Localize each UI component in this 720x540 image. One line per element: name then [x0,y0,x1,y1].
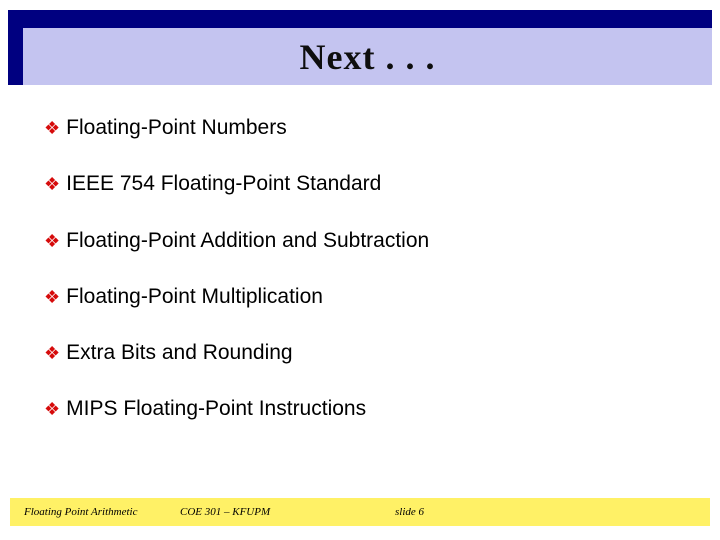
footer-bar: Floating Point Arithmetic COE 301 – KFUP… [10,498,710,526]
list-item: ❖ Extra Bits and Rounding [44,340,674,366]
bullet-text: Floating-Point Addition and Subtraction [66,228,429,254]
diamond-bullet-icon: ❖ [44,400,60,418]
diamond-bullet-icon: ❖ [44,232,60,250]
list-item: ❖ Floating-Point Numbers [44,115,674,141]
title-band: Next . . . [8,10,712,85]
bullet-text: Floating-Point Multiplication [66,284,323,310]
slide-title: Next . . . [300,36,436,78]
bullet-text: IEEE 754 Floating-Point Standard [66,171,381,197]
list-item: ❖ MIPS Floating-Point Instructions [44,396,674,422]
slide: Next . . . ❖ Floating-Point Numbers ❖ IE… [0,0,720,540]
footer-course: COE 301 – KFUPM [180,506,395,518]
content-area: ❖ Floating-Point Numbers ❖ IEEE 754 Floa… [44,115,674,453]
diamond-bullet-icon: ❖ [44,119,60,137]
bullet-text: Floating-Point Numbers [66,115,287,141]
title-inner: Next . . . [23,28,712,85]
diamond-bullet-icon: ❖ [44,288,60,306]
diamond-bullet-icon: ❖ [44,175,60,193]
footer-page: slide 6 [395,506,545,518]
bullet-text: Extra Bits and Rounding [66,340,292,366]
list-item: ❖ Floating-Point Multiplication [44,284,674,310]
diamond-bullet-icon: ❖ [44,344,60,362]
footer-topic: Floating Point Arithmetic [10,506,180,518]
bullet-text: MIPS Floating-Point Instructions [66,396,366,422]
list-item: ❖ IEEE 754 Floating-Point Standard [44,171,674,197]
list-item: ❖ Floating-Point Addition and Subtractio… [44,228,674,254]
